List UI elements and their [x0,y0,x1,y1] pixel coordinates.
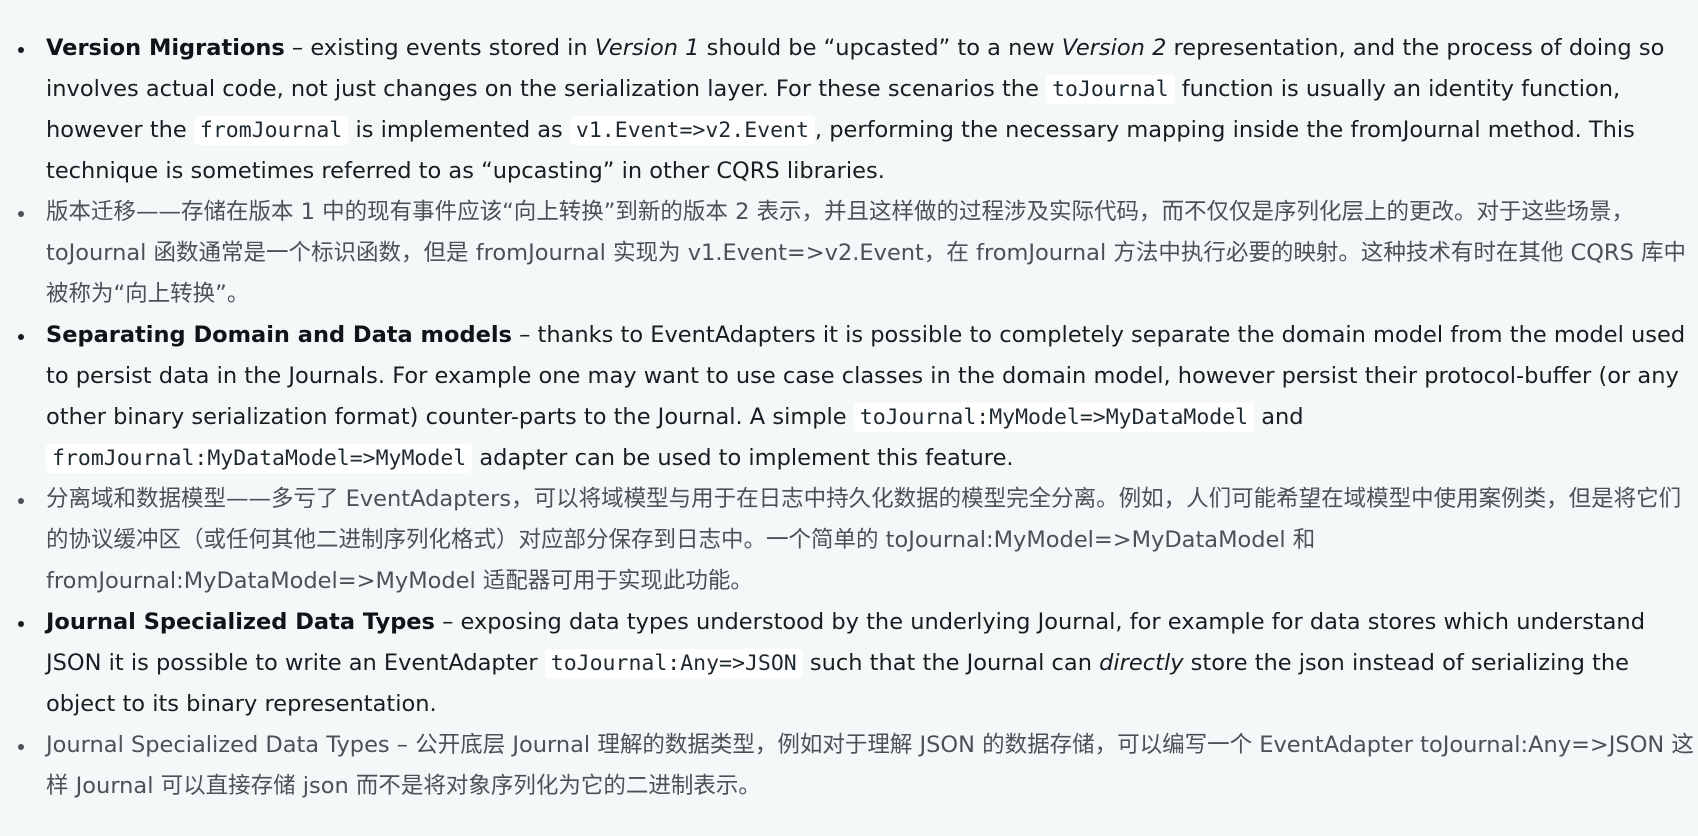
term-version-migrations: Version Migrations [46,35,285,61]
emphasis-version-1: Version 1 [594,35,700,61]
code-to-journal-any-json: toJournal:Any=>JSON [544,649,803,678]
translation-text: 分离域和数据模型——多亏了 EventAdapters，可以将域模型与用于在日志… [46,486,1682,594]
code-from-journal-mydatamodel: fromJournal:MyDataModel=>MyModel [46,444,473,473]
text-segment: – existing events stored in [284,35,595,61]
code-v1-to-v2-event: v1.Event=>v2.Event [569,116,815,145]
text-segment: and [1254,404,1304,430]
code-to-journal: toJournal [1046,75,1175,104]
term-separating-domain-data-models: Separating Domain and Data models [46,322,512,348]
code-to-journal-mymodel: toJournal:MyModel=>MyDataModel [853,403,1255,432]
code-from-journal: fromJournal [193,116,349,145]
list-item-version-migrations-zh: 版本迁移——存储在版本 1 中的现有事件应该“向上转换”到新的版本 2 表示，并… [0,192,1698,315]
text-segment: such that the Journal can [802,650,1100,676]
text-segment: is implemented as [348,117,570,143]
text-segment: should be “upcasted” to a new [699,35,1062,61]
bullet-list: Version Migrations – existing events sto… [0,28,1698,807]
emphasis-directly: directly [1099,650,1184,676]
emphasis-version-2: Version 2 [1061,35,1167,61]
translation-text: Journal Specialized Data Types – 公开底层 Jo… [46,732,1694,799]
term-journal-specialized-data-types: Journal Specialized Data Types [46,609,435,635]
list-item-separating-domain-data-models: Separating Domain and Data models – than… [0,315,1698,479]
list-item-journal-specialized-data-types-zh: Journal Specialized Data Types – 公开底层 Jo… [0,725,1698,807]
list-item-version-migrations: Version Migrations – existing events sto… [0,28,1698,192]
list-item-journal-specialized-data-types: Journal Specialized Data Types – exposin… [0,602,1698,725]
list-item-separating-domain-data-models-zh: 分离域和数据模型——多亏了 EventAdapters，可以将域模型与用于在日志… [0,479,1698,602]
text-segment: adapter can be used to implement this fe… [472,445,1014,471]
translation-text: 版本迁移——存储在版本 1 中的现有事件应该“向上转换”到新的版本 2 表示，并… [46,199,1686,307]
